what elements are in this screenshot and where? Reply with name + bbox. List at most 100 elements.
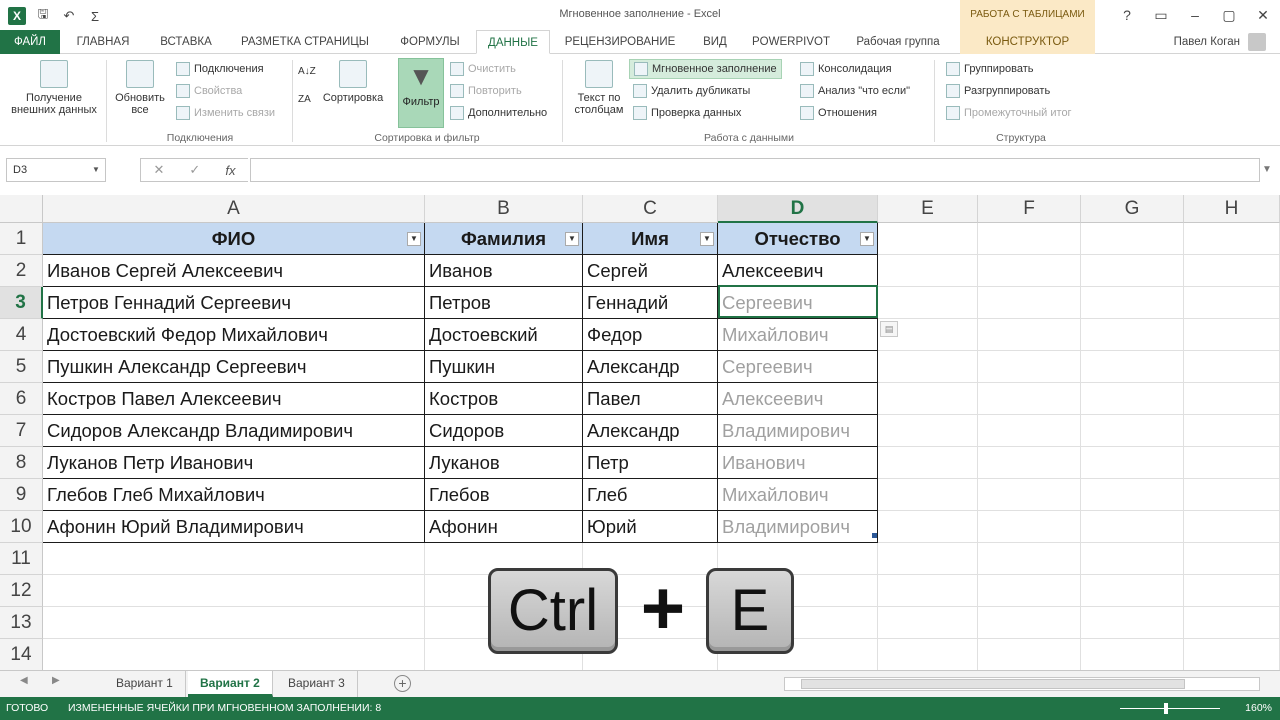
empty-cell[interactable] xyxy=(878,607,978,639)
table-cell[interactable]: Иванов Сергей Алексеевич xyxy=(43,255,425,287)
zoom-slider[interactable] xyxy=(1120,708,1220,709)
advanced-filter-button[interactable]: Дополнительно xyxy=(450,106,547,120)
table-cell[interactable]: Иванов xyxy=(425,255,583,287)
tab-design[interactable]: КОНСТРУКТОР xyxy=(960,30,1095,54)
tab-file[interactable]: ФАЙЛ xyxy=(0,30,60,54)
filter-dropdown-icon[interactable]: ▼ xyxy=(860,232,874,246)
column-header-f[interactable]: F xyxy=(978,195,1081,223)
empty-cell[interactable] xyxy=(1184,319,1280,351)
scrollbar-thumb[interactable] xyxy=(801,679,1185,689)
column-header-c[interactable]: C xyxy=(583,195,718,223)
empty-cell[interactable] xyxy=(978,415,1081,447)
empty-cell[interactable] xyxy=(43,639,425,671)
table-cell[interactable]: Глебов Глеб Михайлович xyxy=(43,479,425,511)
column-header-e[interactable]: E xyxy=(878,195,978,223)
empty-cell[interactable] xyxy=(878,479,978,511)
empty-cell[interactable] xyxy=(1081,383,1184,415)
flash-fill-options-icon[interactable]: ▤ xyxy=(880,321,898,337)
tab-page-layout[interactable]: РАЗМЕТКА СТРАНИЦЫ xyxy=(230,30,380,54)
data-validation-button[interactable]: Проверка данных xyxy=(633,106,741,120)
clear-filter-button[interactable]: Очистить xyxy=(450,62,516,76)
empty-cell[interactable] xyxy=(978,223,1081,255)
tab-review[interactable]: РЕЦЕНЗИРОВАНИЕ xyxy=(556,30,684,54)
sort-az-button[interactable]: A↓Z xyxy=(298,66,316,77)
table-cell[interactable]: Владимирович xyxy=(718,511,878,543)
sort-button[interactable]: Сортировка xyxy=(318,60,388,104)
column-header-a[interactable]: A xyxy=(43,195,425,223)
empty-cell[interactable] xyxy=(1184,287,1280,319)
formula-input[interactable] xyxy=(250,158,1260,182)
sheet-tab-3[interactable]: Вариант 3 xyxy=(276,671,358,697)
empty-cell[interactable] xyxy=(878,287,978,319)
empty-cell[interactable] xyxy=(978,479,1081,511)
empty-cell[interactable] xyxy=(978,255,1081,287)
table-cell[interactable]: Александр xyxy=(583,351,718,383)
horizontal-scrollbar[interactable] xyxy=(784,677,1260,691)
table-cell[interactable]: Сидоров xyxy=(425,415,583,447)
empty-cell[interactable] xyxy=(978,351,1081,383)
relationships-button[interactable]: Отношения xyxy=(800,106,877,120)
table-cell[interactable]: Юрий xyxy=(583,511,718,543)
sheet-tab-2[interactable]: Вариант 2 xyxy=(188,671,273,697)
row-header[interactable]: 1 xyxy=(0,223,43,255)
table-header-cell[interactable]: Имя ▼ xyxy=(583,223,718,255)
table-cell[interactable]: Достоевский Федор Михайлович xyxy=(43,319,425,351)
table-cell[interactable]: Сергеевич xyxy=(718,351,878,383)
table-header-cell[interactable]: Отчество ▼ xyxy=(718,223,878,255)
row-header[interactable]: 10 xyxy=(0,511,43,543)
table-cell[interactable]: Александр xyxy=(583,415,718,447)
zoom-slider-knob[interactable] xyxy=(1164,703,1168,714)
edit-links-button[interactable]: Изменить связи xyxy=(176,106,275,120)
row-header[interactable]: 3 xyxy=(0,287,43,319)
table-cell[interactable]: Петров Геннадий Сергеевич xyxy=(43,287,425,319)
table-cell[interactable]: Федор xyxy=(583,319,718,351)
empty-cell[interactable] xyxy=(43,543,425,575)
cancel-icon[interactable]: ✕ xyxy=(154,162,165,178)
table-cell[interactable]: Павел xyxy=(583,383,718,415)
table-cell[interactable]: Владимирович xyxy=(718,415,878,447)
prev-sheet-icon[interactable]: ◀ xyxy=(20,675,28,686)
table-cell[interactable]: Иванович xyxy=(718,447,878,479)
filter-dropdown-icon[interactable]: ▼ xyxy=(700,232,714,246)
empty-cell[interactable] xyxy=(1184,607,1280,639)
table-resize-handle[interactable] xyxy=(872,533,877,538)
row-header[interactable]: 7 xyxy=(0,415,43,447)
table-cell[interactable]: Луканов xyxy=(425,447,583,479)
empty-cell[interactable] xyxy=(1081,479,1184,511)
column-header-g[interactable]: G xyxy=(1081,195,1184,223)
connections-button[interactable]: Подключения xyxy=(176,62,264,76)
row-header[interactable]: 8 xyxy=(0,447,43,479)
column-header-d[interactable]: D xyxy=(718,195,878,223)
empty-cell[interactable] xyxy=(1184,543,1280,575)
row-header[interactable]: 11 xyxy=(0,543,43,575)
group-button[interactable]: Группировать xyxy=(946,62,1034,76)
empty-cell[interactable] xyxy=(1081,575,1184,607)
empty-cell[interactable] xyxy=(978,447,1081,479)
table-cell[interactable]: Сергей xyxy=(583,255,718,287)
tab-workgroup[interactable]: Рабочая группа xyxy=(842,30,954,54)
empty-cell[interactable] xyxy=(1081,351,1184,383)
expand-formula-icon[interactable]: ▼ xyxy=(1262,164,1272,175)
filter-button[interactable]: ▼ Фильтр xyxy=(398,58,444,128)
empty-cell[interactable] xyxy=(1081,415,1184,447)
empty-cell[interactable] xyxy=(978,511,1081,543)
row-header[interactable]: 2 xyxy=(0,255,43,287)
table-cell[interactable]: Петр xyxy=(583,447,718,479)
table-cell[interactable]: Геннадий xyxy=(583,287,718,319)
table-cell[interactable]: Костров xyxy=(425,383,583,415)
table-cell[interactable]: Сидоров Александр Владимирович xyxy=(43,415,425,447)
table-cell[interactable]: Глебов xyxy=(425,479,583,511)
empty-cell[interactable] xyxy=(978,383,1081,415)
tab-powerpivot[interactable]: POWERPIVOT xyxy=(746,30,836,54)
tab-formulas[interactable]: ФОРМУЛЫ xyxy=(386,30,474,54)
empty-cell[interactable] xyxy=(878,383,978,415)
table-cell[interactable]: Афонин Юрий Владимирович xyxy=(43,511,425,543)
sort-za-button[interactable]: ZA xyxy=(298,94,311,105)
empty-cell[interactable] xyxy=(978,319,1081,351)
empty-cell[interactable] xyxy=(1184,415,1280,447)
row-header[interactable]: 12 xyxy=(0,575,43,607)
empty-cell[interactable] xyxy=(878,447,978,479)
zoom-level[interactable]: 160% xyxy=(1245,697,1272,720)
empty-cell[interactable] xyxy=(878,575,978,607)
table-cell[interactable]: Пушкин xyxy=(425,351,583,383)
